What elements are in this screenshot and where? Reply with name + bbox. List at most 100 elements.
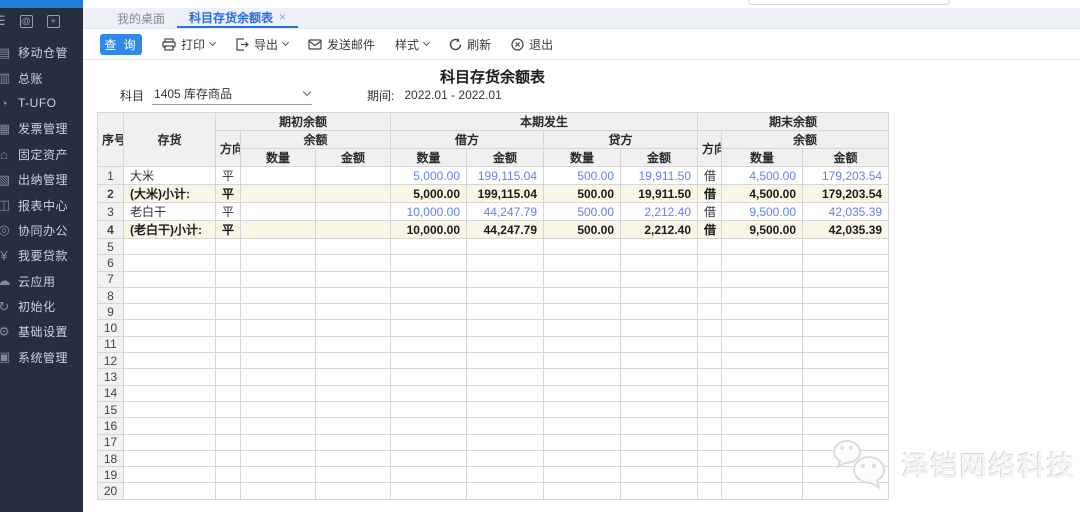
opening-qty-cell <box>241 353 316 369</box>
opening-amount-cell <box>316 221 391 239</box>
table-row[interactable]: 9 <box>98 304 889 320</box>
opening-direction-cell: 平 <box>216 203 241 221</box>
sidebar-item[interactable]: ⚙ 基础设置 <box>0 319 83 344</box>
sidebar-item-label: 报表中心 <box>18 197 68 214</box>
new-window-icon[interactable]: + <box>47 15 60 28</box>
table-row[interactable]: 7 <box>98 271 889 287</box>
table-row[interactable]: 4 (老白干)小计: 平 10,000.00 44,247.79 500.00 … <box>98 221 889 239</box>
closing-qty-cell <box>722 385 803 401</box>
opening-qty-cell <box>241 203 316 221</box>
credit-amount-cell <box>621 255 698 271</box>
table-row[interactable]: 6 <box>98 255 889 271</box>
closing-direction-cell <box>698 304 722 320</box>
closing-amount-cell <box>803 385 889 401</box>
debit-amount-cell <box>467 271 544 287</box>
debit-amount-cell <box>467 336 544 352</box>
debit-qty-cell: 10,000.00 <box>391 203 467 221</box>
sidebar-item-icon: ¥ <box>0 248 13 263</box>
send-mail-button[interactable]: 发送邮件 <box>308 36 375 53</box>
credit-amount-cell <box>621 336 698 352</box>
table-row[interactable]: 13 <box>98 369 889 385</box>
col-header-debit: 借方 <box>391 131 544 149</box>
closing-direction-cell <box>698 320 722 336</box>
row-number-cell: 11 <box>98 336 124 352</box>
row-number-cell: 14 <box>98 385 124 401</box>
debit-amount-cell <box>467 401 544 417</box>
style-button[interactable]: 样式 <box>395 36 429 53</box>
tab-close-icon[interactable]: × <box>279 10 286 24</box>
toolbar: 查 询 打印 <box>83 29 1080 60</box>
top-search-box-cutoff[interactable] <box>748 0 950 5</box>
table-row[interactable]: 2 (大米)小计: 平 5,000.00 199,115.04 500.00 1… <box>98 185 889 203</box>
sidebar-item[interactable]: ¥ 我要贷款 <box>0 243 83 268</box>
sidebar-item-icon: ⌂ <box>0 147 13 162</box>
table-row[interactable]: 20 <box>98 483 889 499</box>
row-number-cell: 5 <box>98 239 124 255</box>
table-row[interactable]: 14 <box>98 385 889 401</box>
table-row[interactable]: 5 <box>98 239 889 255</box>
table-row[interactable]: 3 老白干 平 10,000.00 44,247.79 500.00 2,212… <box>98 203 889 221</box>
inventory-name-cell <box>124 287 216 303</box>
tab-subject-inventory-balance[interactable]: 科目存货余额表 × <box>177 8 298 28</box>
sidebar-item[interactable]: ▧ 出纳管理 <box>0 167 83 192</box>
sidebar-item-label: 基础设置 <box>18 323 68 340</box>
table-row[interactable]: 11 <box>98 336 889 352</box>
sidebar-item[interactable]: ☁ 云应用 <box>0 269 83 294</box>
inventory-name-cell: (老白干)小计: <box>124 221 216 239</box>
inventory-name-cell <box>124 353 216 369</box>
sidebar-nav: ▤ 移动仓管 ▥ 总账 ◔ T-UFO ▦ 发票管理 <box>0 40 83 370</box>
closing-qty-cell <box>722 483 803 499</box>
sidebar-item-icon: ⚙ <box>0 324 13 340</box>
table-row[interactable]: 1 大米 平 5,000.00 199,115.04 500.00 19,911… <box>98 167 889 185</box>
exit-button[interactable]: 退出 <box>511 36 553 53</box>
sidebar-item[interactable]: ◎ 协同办公 <box>0 218 83 243</box>
table-row[interactable]: 12 <box>98 353 889 369</box>
credit-amount-cell <box>621 483 698 499</box>
sidebar-item[interactable]: ▥ 总账 <box>0 65 83 90</box>
table-row[interactable]: 8 <box>98 287 889 303</box>
inventory-name-cell <box>124 401 216 417</box>
sidebar-item[interactable]: ▤ 移动仓管 <box>0 40 83 65</box>
sidebar-item-icon: ▦ <box>0 121 13 137</box>
table-row[interactable]: 19 <box>98 467 889 483</box>
sidebar-item[interactable]: ◔ T-UFO <box>0 91 83 116</box>
credit-amount-cell <box>621 467 698 483</box>
table-row[interactable]: 15 <box>98 401 889 417</box>
menu-icon[interactable]: ☰ <box>0 13 6 29</box>
col-header-qty: 数量 <box>544 149 621 167</box>
opening-direction-cell <box>216 320 241 336</box>
closing-amount-cell <box>803 483 889 499</box>
opening-direction-cell <box>216 418 241 434</box>
closing-amount-cell <box>803 239 889 255</box>
opening-amount-cell <box>316 336 391 352</box>
sidebar-item[interactable]: ↻ 初始化 <box>0 294 83 319</box>
closing-direction-cell <box>698 467 722 483</box>
sidebar-item[interactable]: ▣ 系统管理 <box>0 345 83 370</box>
search-icon[interactable]: @ <box>20 15 33 28</box>
row-number-cell: 9 <box>98 304 124 320</box>
credit-qty-cell <box>544 385 621 401</box>
debit-amount-cell <box>467 239 544 255</box>
query-button[interactable]: 查 询 <box>100 34 142 55</box>
print-button[interactable]: 打印 <box>162 36 215 53</box>
col-header-direction: 方向 <box>216 131 241 167</box>
col-header-balance: 余额 <box>241 131 391 149</box>
table-row[interactable]: 17 <box>98 434 889 450</box>
subject-select[interactable]: 1405 库存商品 <box>152 85 312 105</box>
closing-amount-cell <box>803 450 889 466</box>
sidebar-item-label: 协同办公 <box>18 222 68 239</box>
sidebar-item[interactable]: ▦ 发票管理 <box>0 116 83 141</box>
table-row[interactable]: 10 <box>98 320 889 336</box>
table-row[interactable]: 16 <box>98 418 889 434</box>
sidebar-item[interactable]: ◫ 报表中心 <box>0 192 83 217</box>
table-row[interactable]: 18 <box>98 450 889 466</box>
closing-qty-cell: 4,500.00 <box>722 167 803 185</box>
sidebar-item[interactable]: ⌂ 固定资产 <box>0 142 83 167</box>
row-number-cell: 20 <box>98 483 124 499</box>
refresh-button[interactable]: 刷新 <box>449 36 491 53</box>
closing-qty-cell <box>722 467 803 483</box>
period-value: 2022.01 - 2022.01 <box>404 88 501 102</box>
credit-qty-cell <box>544 401 621 417</box>
tab-my-desktop[interactable]: 我的桌面 <box>105 8 177 28</box>
export-button[interactable]: 导出 <box>235 36 288 53</box>
